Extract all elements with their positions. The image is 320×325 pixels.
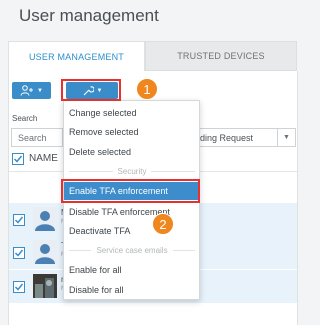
- menu-item-deactivate-tfa[interactable]: Deactivate TFA: [64, 222, 199, 240]
- menu-item-remove-selected[interactable]: Remove selected: [64, 123, 199, 141]
- menu-item-enable-for-all[interactable]: Enable for all: [64, 261, 199, 279]
- add-user-icon: [20, 85, 34, 96]
- row-checkbox[interactable]: [13, 214, 25, 226]
- step-badge-2: 2: [152, 213, 174, 235]
- menu-item-disable-tfa[interactable]: Disable TFA enforcement: [64, 203, 199, 221]
- status-select-value: ending Request: [190, 132, 254, 143]
- menu-section-service-emails: Service case emails: [69, 244, 196, 256]
- menu-item-delete-selected[interactable]: Delete selected: [64, 143, 199, 161]
- add-user-button[interactable]: ▼: [12, 82, 51, 99]
- row-checkbox[interactable]: [13, 281, 25, 293]
- person-icon: [35, 211, 55, 231]
- search-label: Search: [12, 114, 38, 123]
- avatar: [33, 240, 57, 264]
- status-select[interactable]: ending Request ▼: [186, 128, 296, 147]
- tab-user-management[interactable]: USER MANAGEMENT: [8, 41, 145, 71]
- avatar: [33, 207, 57, 231]
- highlight-enable-tfa: [61, 179, 200, 203]
- avatar: [33, 274, 57, 298]
- step-badge-1: 1: [136, 78, 158, 100]
- menu-item-disable-for-all[interactable]: Disable for all: [64, 281, 199, 299]
- row-checkbox[interactable]: [13, 247, 25, 259]
- search-input[interactable]: Search: [11, 128, 63, 147]
- tab-trusted-devices[interactable]: TRUSTED DEVICES: [145, 41, 297, 71]
- highlight-tools-button: [61, 79, 121, 101]
- person-icon: [35, 244, 55, 264]
- select-all-checkbox[interactable]: [12, 153, 24, 165]
- chevron-down-icon: ▼: [37, 87, 43, 94]
- menu-item-change-selected[interactable]: Change selected: [64, 104, 199, 122]
- photo-icon: [33, 274, 57, 298]
- menu-section-security: Security: [69, 165, 195, 177]
- chevron-down-icon: ▼: [277, 129, 295, 146]
- column-header-name[interactable]: NAME: [29, 153, 58, 164]
- tab-bar: USER MANAGEMENT TRUSTED DEVICES: [8, 41, 298, 71]
- page-title: User management: [19, 6, 159, 25]
